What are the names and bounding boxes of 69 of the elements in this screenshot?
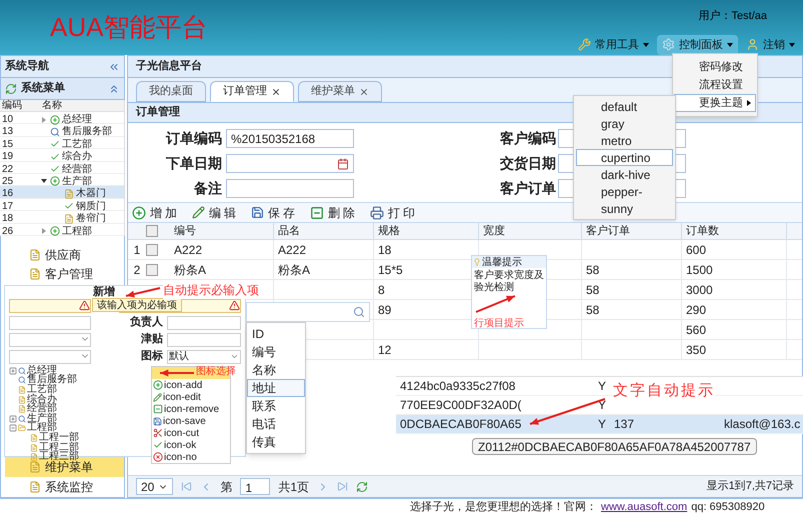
sidebar-title: 系统导航 xyxy=(5,58,49,74)
column-header: 名称 xyxy=(41,100,63,112)
page-label: 第 xyxy=(220,478,232,496)
name-cell-text: 钢质门 xyxy=(76,200,106,212)
validation-tooltip: 该输入项为必输项 xyxy=(92,298,182,312)
table-cell: 3000 xyxy=(682,280,787,300)
table-cell: 560 xyxy=(682,320,787,340)
table-cell: 58 xyxy=(582,280,682,300)
name-cell-text: 工程部 xyxy=(62,224,92,239)
code-cell-text: 770EE9C00DF32A0D( xyxy=(399,397,522,414)
code-cell-text: 16 xyxy=(1,187,14,202)
code-cell-text: 10 xyxy=(1,113,14,127)
code-cell-text: 25 xyxy=(1,174,14,189)
page-total: 共1页 xyxy=(278,478,310,496)
app-title: AUA智能平台 xyxy=(49,11,208,44)
code-cell-text: 17 xyxy=(1,200,14,214)
name-cell-text: 木器门 xyxy=(76,186,106,200)
email-cell: klasoft@163.c xyxy=(724,417,800,431)
dialog-title: 新增 xyxy=(93,286,115,299)
code-cell-text: 4124bc0a9335c27f08 xyxy=(399,378,516,395)
field-label: 客户订单 xyxy=(499,179,557,198)
code-cell-text: 19 xyxy=(1,150,14,164)
name-cell-text: 卷帘门 xyxy=(76,212,106,226)
annotation-text: 自动提示必输入项 xyxy=(163,281,259,299)
record-info: 显示1到7,共7记录 xyxy=(706,479,794,494)
table-cell: 58 xyxy=(582,260,682,280)
field-label: 下单日期 xyxy=(165,154,223,173)
annotation-text: 图标选择 xyxy=(196,366,236,378)
table-cell: 粉条A xyxy=(274,260,374,280)
code-cell-text: 13 xyxy=(1,125,14,140)
panel-title: 订单管理 xyxy=(136,104,180,120)
code-cell-text: 26 xyxy=(1,224,14,239)
qq-number: qq: 695308920 xyxy=(691,500,765,516)
table-cell: A222 xyxy=(170,240,274,260)
popup-title: 温馨提示 xyxy=(482,256,522,270)
value-tooltip: Z0112#0DCBAECAB0F80A65AF0A78A452007787 xyxy=(472,438,757,455)
field-label: 客户编码 xyxy=(499,129,557,148)
flag-cell-text: Y xyxy=(596,378,607,395)
accordion-title: 系统菜单 xyxy=(21,80,65,96)
field-label: 订单编码 xyxy=(164,129,223,148)
flag-cell-text: Y xyxy=(596,416,607,433)
table-cell: 350 xyxy=(682,340,787,360)
annotation-text: 行项目提示 xyxy=(474,317,524,331)
main-title: 子光信息平台 xyxy=(136,58,202,74)
name-cell-text: 总经理 xyxy=(62,112,92,126)
table-cell: 12 xyxy=(374,340,479,360)
name-cell-text: 售后服务部 xyxy=(62,124,112,138)
column-header: 编码 xyxy=(1,100,23,112)
name-cell-text: 经营部 xyxy=(62,162,92,176)
field-label: 负责人 xyxy=(129,314,164,330)
code-cell-text: 0DCBAECAB0F80A65 xyxy=(399,416,522,433)
name-cell-text: 综合办 xyxy=(62,150,92,164)
number-cell: 137 xyxy=(614,417,634,431)
code-cell-text: 15 xyxy=(1,138,14,152)
user-label: 用户：Test/aa xyxy=(698,8,768,24)
code-cell-text: 18 xyxy=(1,212,14,226)
footer-text: 选择子光，是您更理想的选择！官网： xyxy=(410,500,597,516)
table-cell: 600 xyxy=(682,240,787,260)
table-cell: 58 xyxy=(582,300,682,320)
field-label: 交货日期 xyxy=(499,154,557,173)
table-cell: 290 xyxy=(682,300,787,320)
table-cell: 1500 xyxy=(682,260,787,280)
table-cell: 粉条A xyxy=(170,260,274,280)
field-label: 图标 xyxy=(140,348,164,364)
name-cell-text: 工艺部 xyxy=(62,138,92,150)
name-cell-text: 生产部 xyxy=(62,174,92,188)
field-label: 津贴 xyxy=(140,332,164,348)
field-label: 备注 xyxy=(193,179,223,198)
table-cell: A222 xyxy=(274,240,374,260)
